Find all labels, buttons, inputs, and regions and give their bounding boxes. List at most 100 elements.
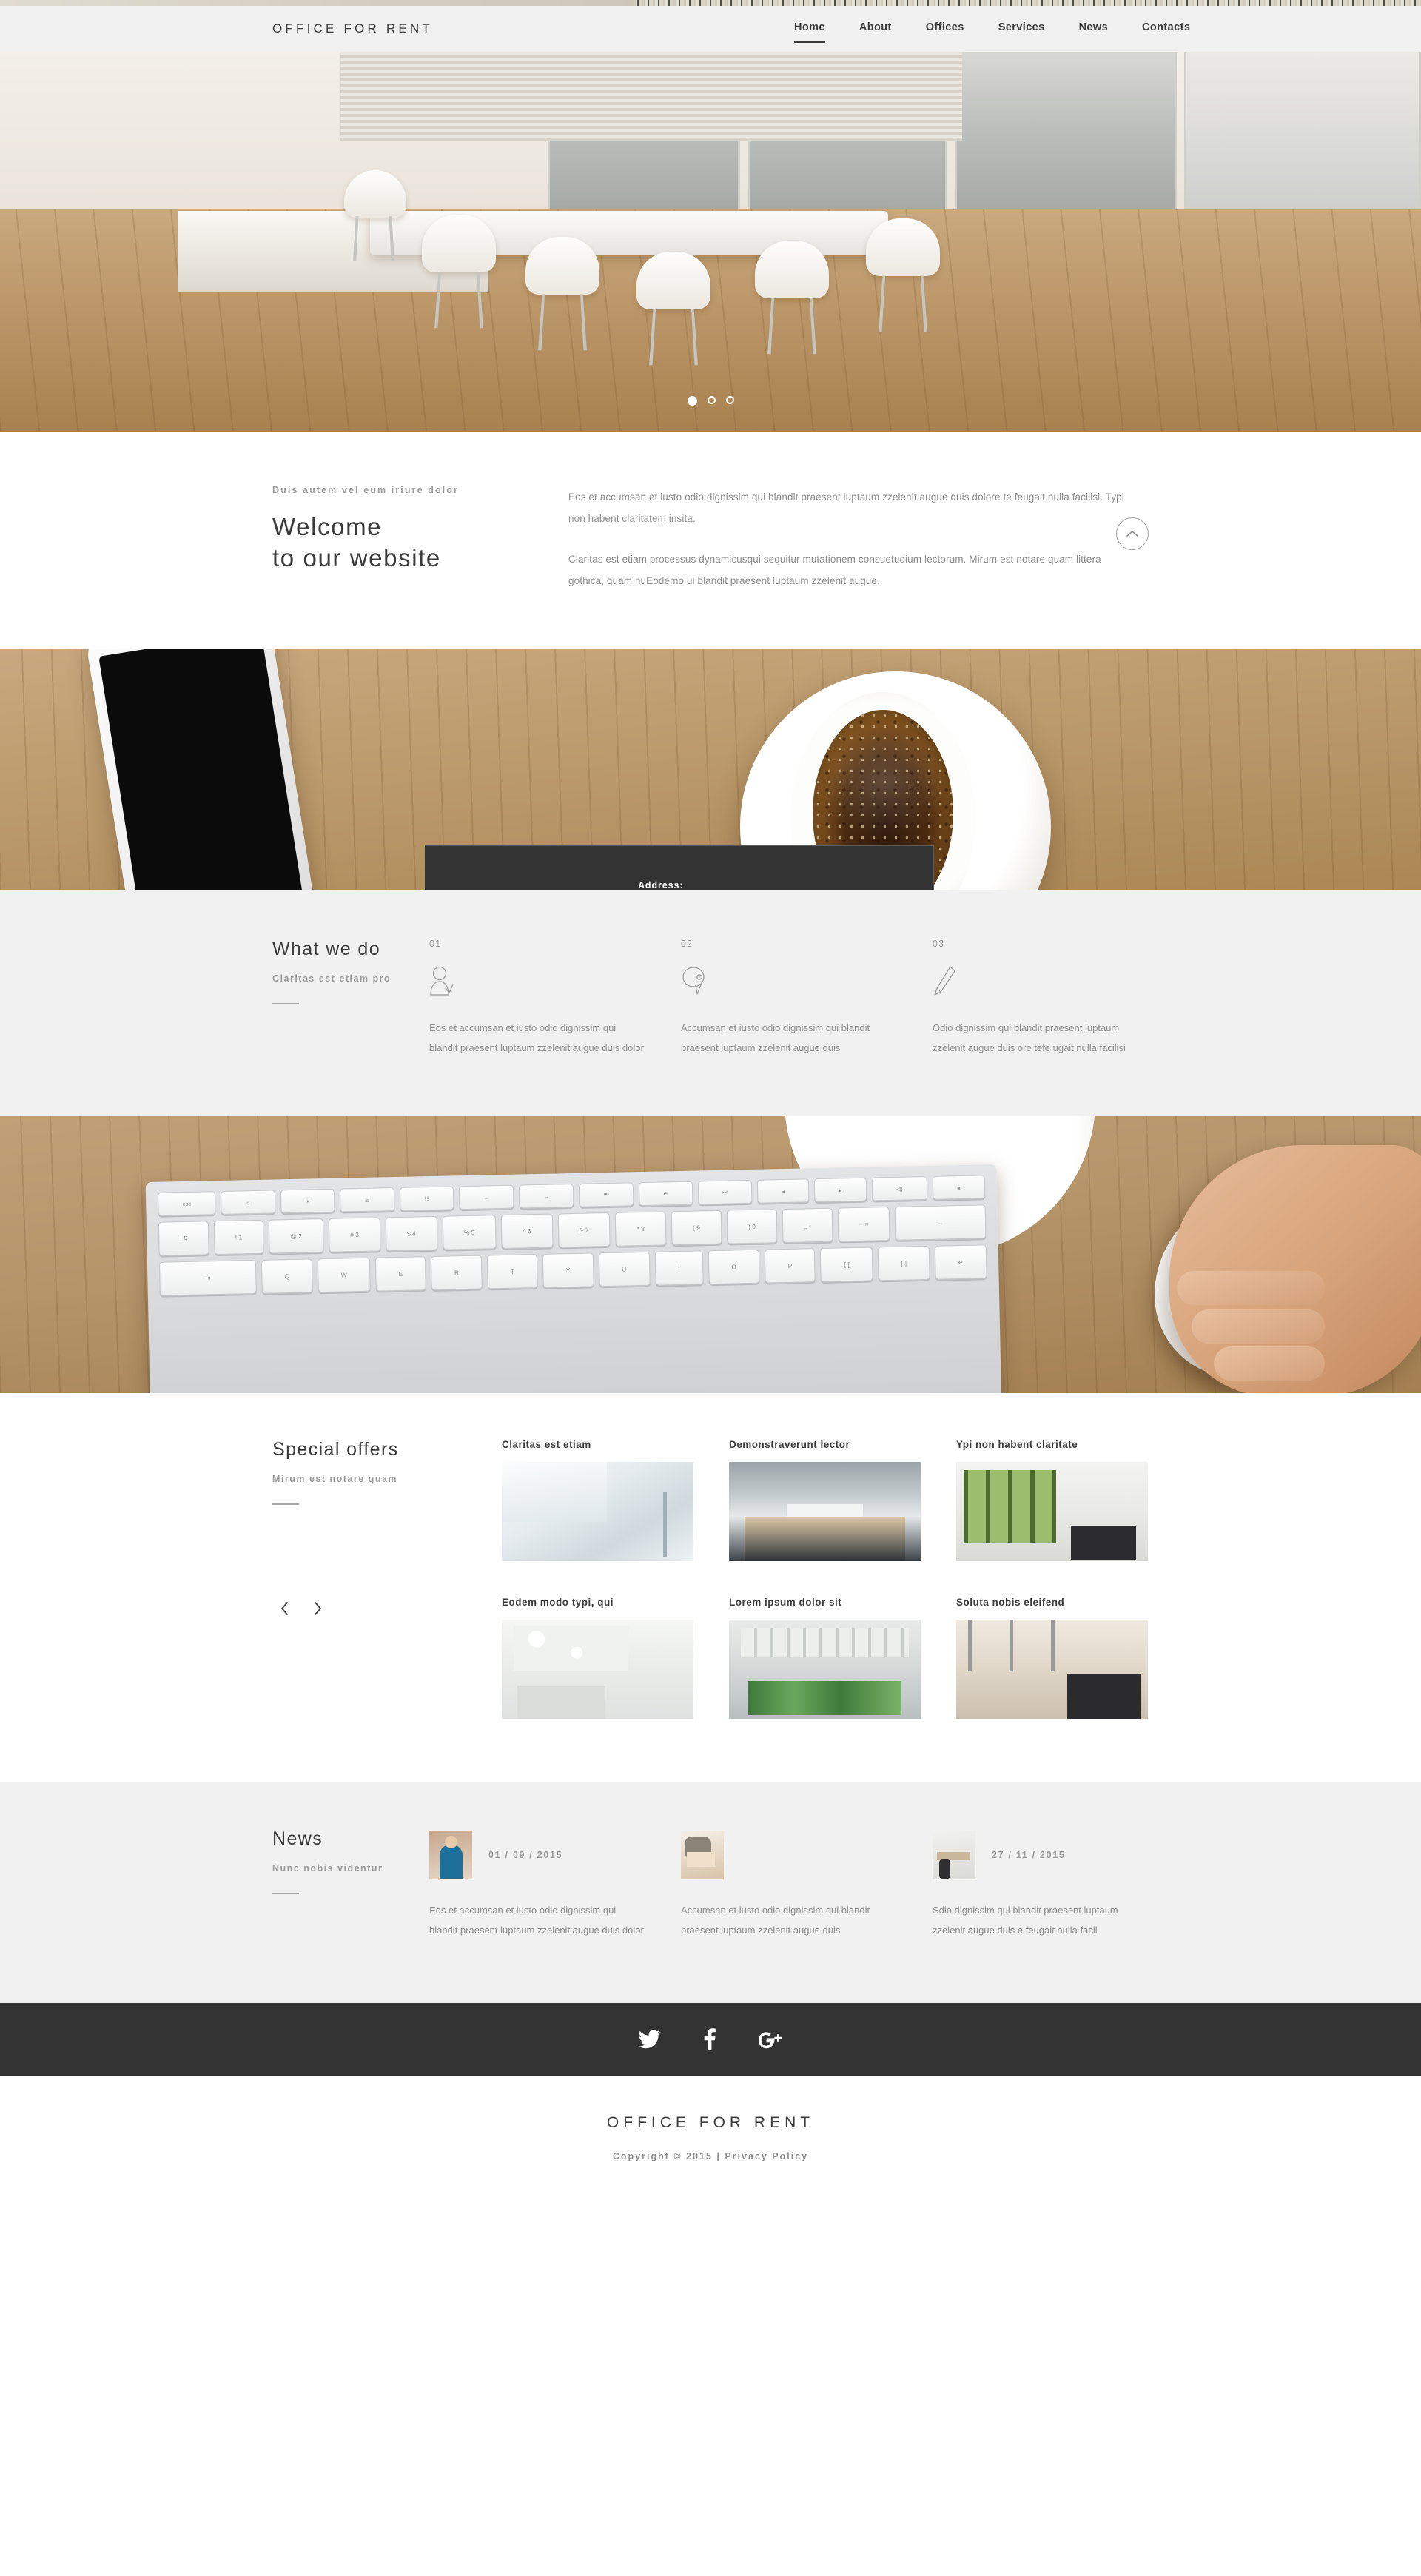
find-us-address-label: Address:	[638, 879, 684, 890]
hero-chair	[337, 170, 411, 261]
news-text: Eos et accumsan et iusto odio dignissim …	[429, 1905, 644, 1936]
offer-title: Demonstraverunt lector	[729, 1439, 850, 1451]
offer-thumbnail[interactable]	[729, 1620, 921, 1720]
welcome-title: Welcome to our website	[272, 511, 568, 574]
news-items: 01 / 09 / 2015 Eos et accumsan et iusto …	[429, 1828, 1149, 1940]
item-text: Eos et accumsan et iusto odio dignissim …	[429, 1022, 644, 1053]
hero-slider[interactable]	[0, 52, 1421, 432]
finger	[1177, 1271, 1325, 1306]
nav-item-home[interactable]: Home	[793, 21, 825, 43]
find-us-section: Find Us Address: 138 Atlantis Ln, Kingsp…	[0, 649, 1421, 890]
finger	[1192, 1309, 1325, 1344]
hero-dot-3[interactable]	[725, 396, 734, 404]
keyboard-key: ⏮	[579, 1182, 634, 1208]
footer-copyright[interactable]: Copyright © 2015 | Privacy Policy	[0, 2151, 1421, 2161]
special-offers-grid: Claritas est etiam Demonstraverunt lecto…	[502, 1439, 1149, 1720]
offer-card[interactable]: Demonstraverunt lector	[729, 1439, 921, 1562]
offers-carousel-controls	[272, 1601, 502, 1616]
page-root: OFFICE FOR RENT Home About Offices Servi…	[0, 0, 1421, 2194]
keyboard-key: →	[519, 1184, 574, 1209]
item-number: 01	[429, 939, 442, 950]
welcome-title-line-1: Welcome	[272, 513, 383, 540]
facebook-icon[interactable]	[704, 2027, 716, 2050]
news-thumbnail[interactable]	[429, 1831, 472, 1880]
keyboard-key: ◂	[756, 1178, 810, 1204]
scroll-up-button[interactable]	[1116, 517, 1149, 550]
keyboard-key: ! §	[158, 1221, 209, 1257]
news-title: News	[272, 1828, 323, 1850]
news-item[interactable]: 27 / 11 / 2015 Sdio dignissim qui blandi…	[933, 1828, 1149, 1940]
pencil-icon	[933, 965, 1149, 999]
keyboard-key: R	[431, 1255, 483, 1291]
nav-item-about[interactable]: About	[859, 21, 892, 36]
what-we-do-subtitle: Claritas est etiam pro	[272, 973, 392, 985]
item-text: Accumsan et iusto odio dignissim qui bla…	[681, 1022, 870, 1053]
keyboard-key: ) 0	[726, 1209, 778, 1244]
chevron-up-icon	[1126, 530, 1138, 537]
news-item[interactable]: Accumsan et iusto odio dignissim qui bla…	[681, 1828, 897, 1940]
nav-item-offices[interactable]: Offices	[926, 21, 964, 36]
news-heading-block: News Nunc nobis videntur	[272, 1828, 429, 1940]
nav-item-services[interactable]: Services	[998, 21, 1045, 36]
news-item[interactable]: 01 / 09 / 2015 Eos et accumsan et iusto …	[429, 1828, 645, 1940]
what-we-do-item: 01 Eos et accumsan et iusto odio digniss…	[429, 939, 645, 1058]
keyboard-key: O	[708, 1250, 760, 1285]
keyboard-key: % 5	[442, 1215, 497, 1251]
offer-card[interactable]: Soluta nobis eleifend	[956, 1597, 1148, 1720]
keyboard-key: @ 2	[268, 1218, 324, 1254]
keyboard-key: } ]	[877, 1246, 930, 1281]
offer-thumbnail[interactable]	[502, 1620, 693, 1720]
welcome-paragraph-1: Eos et accumsan et iusto odio dignissim …	[568, 492, 1124, 525]
offer-thumbnail[interactable]	[502, 1462, 693, 1562]
offer-thumbnail[interactable]	[956, 1462, 1148, 1562]
keyboard-key: W	[317, 1258, 371, 1293]
offer-card[interactable]: Eodem modo typi, qui	[502, 1597, 693, 1720]
hero-dot-1[interactable]	[687, 396, 697, 406]
what-we-do-section: What we do Claritas est etiam pro 01 Eos…	[0, 890, 1421, 1116]
offer-card[interactable]: Ypi non habent claritate	[956, 1439, 1148, 1562]
keyboard-key: ☷	[399, 1186, 454, 1212]
twitter-icon[interactable]	[639, 2029, 661, 2049]
news-thumbnail[interactable]	[933, 1831, 975, 1880]
offer-card[interactable]: Claritas est etiam	[502, 1439, 693, 1562]
what-we-do-items: 01 Eos et accumsan et iusto odio digniss…	[429, 939, 1149, 1058]
keyboard-key: P	[764, 1248, 816, 1284]
news-item-header	[681, 1828, 897, 1882]
nav-item-contacts[interactable]: Contacts	[1142, 21, 1190, 36]
keyboard-key: ◁)	[871, 1176, 928, 1201]
chevron-right-icon[interactable]	[312, 1601, 323, 1616]
site-brand[interactable]: OFFICE FOR RENT	[272, 21, 433, 36]
section-rule	[272, 1503, 299, 1506]
welcome-paragraph-2: Claritas est etiam processus dynamicusqu…	[568, 554, 1101, 587]
speech-bubble-icon	[681, 965, 897, 999]
find-us-phone-image	[84, 649, 323, 890]
special-offers-section: Special offers Mirum est notare quam Cla…	[0, 1393, 1421, 1783]
chevron-left-icon[interactable]	[280, 1601, 290, 1616]
google-plus-icon[interactable]	[759, 2028, 782, 2050]
news-date: 01 / 09 / 2015	[488, 1850, 563, 1861]
hero-dot-2[interactable]	[707, 396, 716, 404]
keyboard-key: * 8	[615, 1211, 667, 1247]
nav-item-news[interactable]: News	[1079, 21, 1108, 36]
offer-card[interactable]: Lorem ipsum dolor sit	[729, 1597, 921, 1720]
keyboard-image: esc ☼ ☀ ☰ ☷ ← → ⏮ ⏯ ⏭ ◂ ▸ ◁) ■ ! § ! 1 @…	[145, 1164, 1002, 1394]
special-offers-title: Special offers	[272, 1439, 399, 1460]
site-footer: OFFICE FOR RENT Copyright © 2015 | Priva…	[0, 2075, 1421, 2194]
offer-thumbnail[interactable]	[729, 1462, 921, 1562]
keyboard-key: ( 9	[671, 1210, 722, 1246]
news-section: News Nunc nobis videntur 01 / 09 / 2015 …	[0, 1782, 1421, 2003]
hero-slider-dots	[0, 396, 1421, 406]
offer-thumbnail[interactable]	[956, 1620, 1148, 1720]
news-item-header: 27 / 11 / 2015	[933, 1828, 1149, 1882]
what-we-do-item: 03 Odio dignissim qui blandit praesent l…	[933, 939, 1149, 1058]
keyboard-key: ☼	[221, 1190, 276, 1215]
keyboard-key: + =	[837, 1207, 890, 1242]
news-thumbnail[interactable]	[681, 1831, 724, 1880]
special-offers-subtitle: Mirum est notare quam	[272, 1474, 398, 1485]
welcome-kicker: Duis autem vel eum iriure dolor	[272, 485, 459, 495]
news-item-header: 01 / 09 / 2015	[429, 1828, 645, 1882]
what-we-do-item: 02 Accumsan et iusto odio dignissim qui …	[681, 939, 897, 1058]
what-we-do-title: What we do	[272, 939, 381, 960]
keyboard-key-enter: ↵	[934, 1244, 987, 1281]
main-navigation: Home About Offices Services News Contact…	[793, 21, 1190, 43]
